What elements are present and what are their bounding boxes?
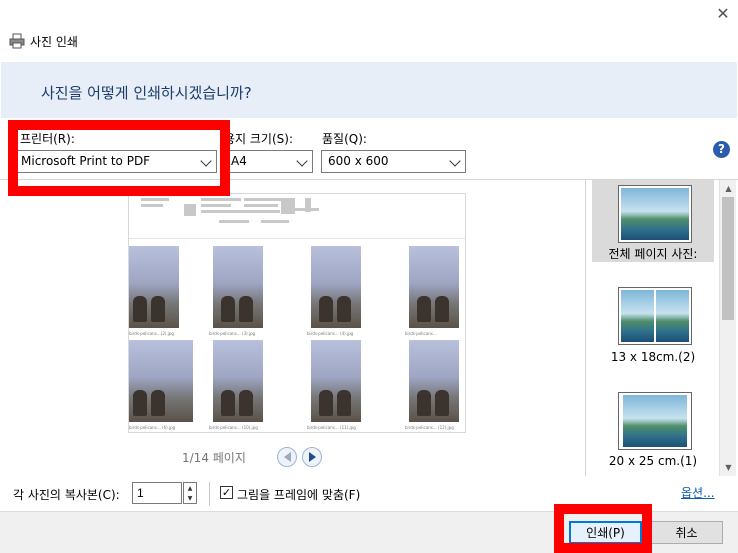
- thumbnail-caption: birds-pelicans… (4).jpg: [307, 331, 354, 336]
- instruction-banner: 사진을 어떻게 인쇄하시겠습니까?: [1, 62, 737, 118]
- chevron-down-icon: [449, 155, 461, 167]
- preview-thumbnail: [311, 246, 361, 328]
- printer-value: Microsoft Print to PDF: [21, 154, 151, 168]
- page-indicator: 1/14 페이지: [182, 451, 246, 465]
- quality-value: 600 x 600: [328, 154, 389, 168]
- paper-size-label: 용지 크기(S):: [224, 132, 293, 146]
- preview-thumbnail: [213, 340, 263, 422]
- print-pictures-dialog: 사진 인쇄 ✕ 사진을 어떻게 인쇄하시겠습니까? 프린터(R): Micros…: [0, 0, 738, 553]
- scrollbar-thumb[interactable]: [722, 197, 734, 320]
- copies-label: 각 사진의 복사본(C):: [13, 488, 120, 502]
- chevron-down-icon: [200, 155, 212, 167]
- layout-label: 전체 페이지 사진:: [608, 247, 698, 261]
- chevron-down-icon: [296, 155, 308, 167]
- help-icon[interactable]: ?: [713, 141, 730, 158]
- layout-thumbnail: [618, 287, 692, 345]
- thumbnail-caption: birds-pelicans…(2).jpg: [129, 331, 174, 336]
- layout-scrollbar[interactable]: ▲ ▼: [719, 180, 736, 476]
- scroll-up-icon[interactable]: ▲: [720, 180, 737, 197]
- copies-bar: 각 사진의 복사본(C): ▲ ▼ ✓ 그림을 프레임에 맞춤(F) 옵션...: [0, 476, 738, 511]
- layout-thumbnail: [618, 392, 692, 450]
- preview-thumbnail: [311, 340, 361, 422]
- scroll-down-icon[interactable]: ▼: [720, 459, 737, 476]
- cancel-button[interactable]: 취소: [650, 521, 723, 544]
- copies-stepper[interactable]: ▲ ▼: [183, 482, 197, 504]
- preview-thumbnail: [129, 340, 193, 422]
- layout-label: 13 x 18cm.(2): [610, 350, 696, 364]
- stepper-down-icon[interactable]: ▼: [184, 493, 196, 503]
- arrow-right-icon: [308, 452, 316, 462]
- close-icon: ✕: [716, 3, 730, 23]
- divider: [209, 482, 210, 506]
- arrow-left-icon: [283, 452, 291, 462]
- layout-thumbnail: [618, 185, 692, 243]
- quality-select[interactable]: 600 x 600: [321, 150, 466, 173]
- preview-thumbnail: [213, 246, 263, 328]
- layout-20x25[interactable]: 20 x 25 cm.(1): [592, 389, 714, 471]
- stepper-up-icon[interactable]: ▲: [184, 483, 196, 493]
- preview-thumbnail: [409, 246, 459, 328]
- layout-label: 20 x 25 cm.(1): [608, 454, 698, 468]
- paper-size-value: A4: [231, 154, 247, 168]
- window-title: 사진 인쇄: [30, 35, 78, 49]
- thumbnail-caption: birds-pelicans… (6).jpg: [129, 425, 176, 430]
- previous-page-button[interactable]: [277, 447, 297, 467]
- preview-thumbnail: [129, 246, 179, 328]
- layout-13x18[interactable]: 13 x 18cm.(2): [592, 284, 714, 366]
- thumbnail-caption: birds-pelicans…: [405, 331, 437, 336]
- layout-full-page[interactable]: 전체 페이지 사진:: [592, 180, 714, 262]
- next-page-button[interactable]: [302, 447, 322, 467]
- banner-heading: 사진을 어떻게 인쇄하시겠습니까?: [41, 84, 252, 102]
- quality-label: 품질(Q):: [322, 132, 367, 146]
- print-button[interactable]: 인쇄(P): [569, 521, 642, 544]
- preview-page: birds-pelicans…(2).jpg birds-pelicans… (…: [128, 193, 466, 433]
- preview-thumbnail: [409, 340, 459, 422]
- fit-to-frame-label: 그림을 프레임에 맞춤(F): [237, 488, 361, 502]
- printer-icon: [9, 33, 25, 49]
- check-icon: ✓: [221, 486, 232, 499]
- printer-select[interactable]: Microsoft Print to PDF: [14, 150, 217, 173]
- fit-to-frame-checkbox[interactable]: ✓: [220, 486, 233, 499]
- printer-label: 프린터(R):: [20, 132, 75, 146]
- title-bar: 사진 인쇄 ✕: [0, 0, 738, 62]
- thumbnail-caption: birds-pelicans… (12).jpg: [405, 425, 454, 430]
- dialog-footer: 인쇄(P) 취소: [0, 511, 738, 553]
- thumbnail-caption: birds-pelicans… (11).jpg: [307, 425, 356, 430]
- copies-input[interactable]: [132, 482, 182, 504]
- options-link[interactable]: 옵션...: [681, 484, 715, 501]
- close-button[interactable]: ✕: [708, 0, 738, 26]
- thumbnail-caption: birds-pelicans… (10).jpg: [209, 425, 258, 430]
- thumbnail-caption: birds-pelicans… (3).jpg: [209, 331, 256, 336]
- preview-ribbon: [129, 194, 465, 239]
- layout-list: 전체 페이지 사진: 13 x 18cm.(2) 20 x 25 cm.(1): [585, 180, 737, 476]
- paper-size-select[interactable]: A4: [224, 150, 313, 173]
